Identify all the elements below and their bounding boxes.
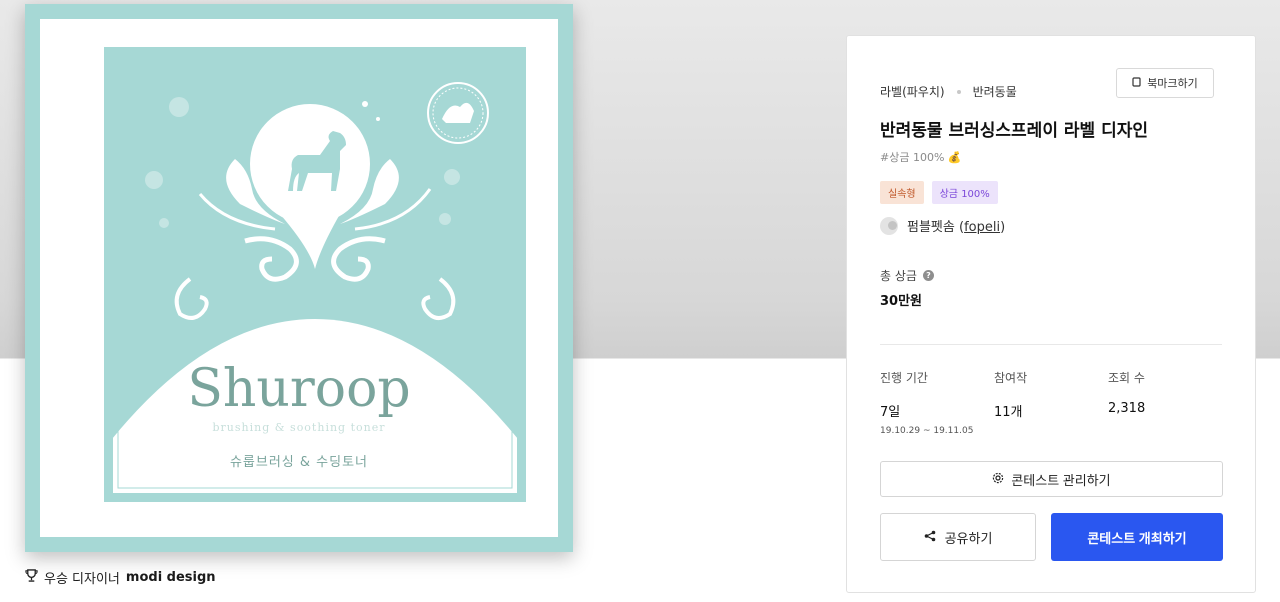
host-handle[interactable]: fopeli	[964, 220, 1000, 235]
winner-name[interactable]: modi design	[126, 570, 216, 585]
contest-hashtag: #상금 100% 💰	[880, 151, 962, 164]
artwork-tagline: brushing & soothing toner	[212, 421, 386, 434]
share-icon	[924, 530, 936, 545]
avatar	[880, 216, 898, 235]
bookmark-label: 북마크하기	[1147, 77, 1198, 90]
money-bag-icon: 💰	[947, 151, 962, 164]
heart-icon: ♥	[528, 511, 540, 525]
host-name: 펌블펫솜 (fopeli)	[907, 220, 1006, 235]
views-label: 조회 수	[1108, 371, 1145, 385]
share-button[interactable]: 공유하기	[880, 513, 1036, 561]
total-prize-label: 총 상금 ?	[880, 267, 934, 284]
manage-contest-button[interactable]: 콘테스트 관리하기	[880, 461, 1223, 497]
prize-badge: 상금 100%	[931, 181, 998, 204]
breadcrumb-subcategory[interactable]: 반려동물	[973, 83, 1017, 100]
contest-artwork[interactable]: Shuroop brushing & soothing toner 슈룹브러싱 …	[25, 4, 573, 552]
trophy-icon	[25, 569, 38, 586]
like-count: 2	[542, 511, 550, 525]
artwork-korean-name: 슈룹브러싱 & 수딩토너	[229, 455, 369, 470]
help-icon[interactable]: ?	[922, 270, 934, 281]
views-value: 2,318	[1108, 401, 1146, 416]
like-counter[interactable]: ♥ 2	[529, 511, 550, 525]
bookmark-icon	[1132, 76, 1141, 90]
entries-label: 참여작	[994, 371, 1028, 385]
breadcrumb-category[interactable]: 라벨(파우치)	[880, 83, 945, 100]
contest-host[interactable]: 펌블펫솜 (fopeli)	[880, 216, 1005, 235]
bookmark-button[interactable]: 북마크하기	[1116, 68, 1214, 98]
contest-info-card: 라벨(파우치) 반려동물 북마크하기 반려동물 브러싱스프레이 라벨 디자인 #…	[846, 35, 1256, 593]
host-contest-button[interactable]: 콘테스트 개최하기	[1051, 513, 1223, 561]
period-value: 7일	[880, 405, 901, 420]
artwork-canvas: Shuroop brushing & soothing toner 슈룹브러싱 …	[40, 19, 558, 537]
share-label: 공유하기	[944, 530, 993, 546]
divider	[880, 344, 1222, 345]
breadcrumb-separator	[956, 89, 961, 94]
total-prize-value: 30만원	[880, 294, 923, 309]
winner-designer: 우승 디자이너 modi design	[25, 568, 216, 587]
period-stat: 진행 기간 7일 19.10.29 ~ 19.11.05	[880, 369, 973, 436]
manage-contest-label: 콘테스트 관리하기	[1011, 472, 1111, 488]
gear-icon	[992, 472, 1004, 487]
contest-type-badge: 실속형	[880, 181, 924, 204]
period-label: 진행 기간	[880, 371, 928, 385]
entries-stat: 참여작 11개	[994, 369, 1027, 420]
entries-value: 11개	[994, 405, 1023, 420]
breadcrumb: 라벨(파우치) 반려동물	[880, 83, 1017, 100]
contest-badges: 실속형 상금 100%	[880, 181, 998, 204]
views-stat: 조회 수 2,318	[1108, 369, 1145, 416]
artwork-brand: Shuroop	[187, 359, 411, 419]
contest-title: 반려동물 브러싱스프레이 라벨 디자인	[880, 121, 1148, 141]
period-range: 19.10.29 ~ 19.11.05	[880, 426, 974, 436]
winner-label: 우승 디자이너	[44, 572, 120, 587]
